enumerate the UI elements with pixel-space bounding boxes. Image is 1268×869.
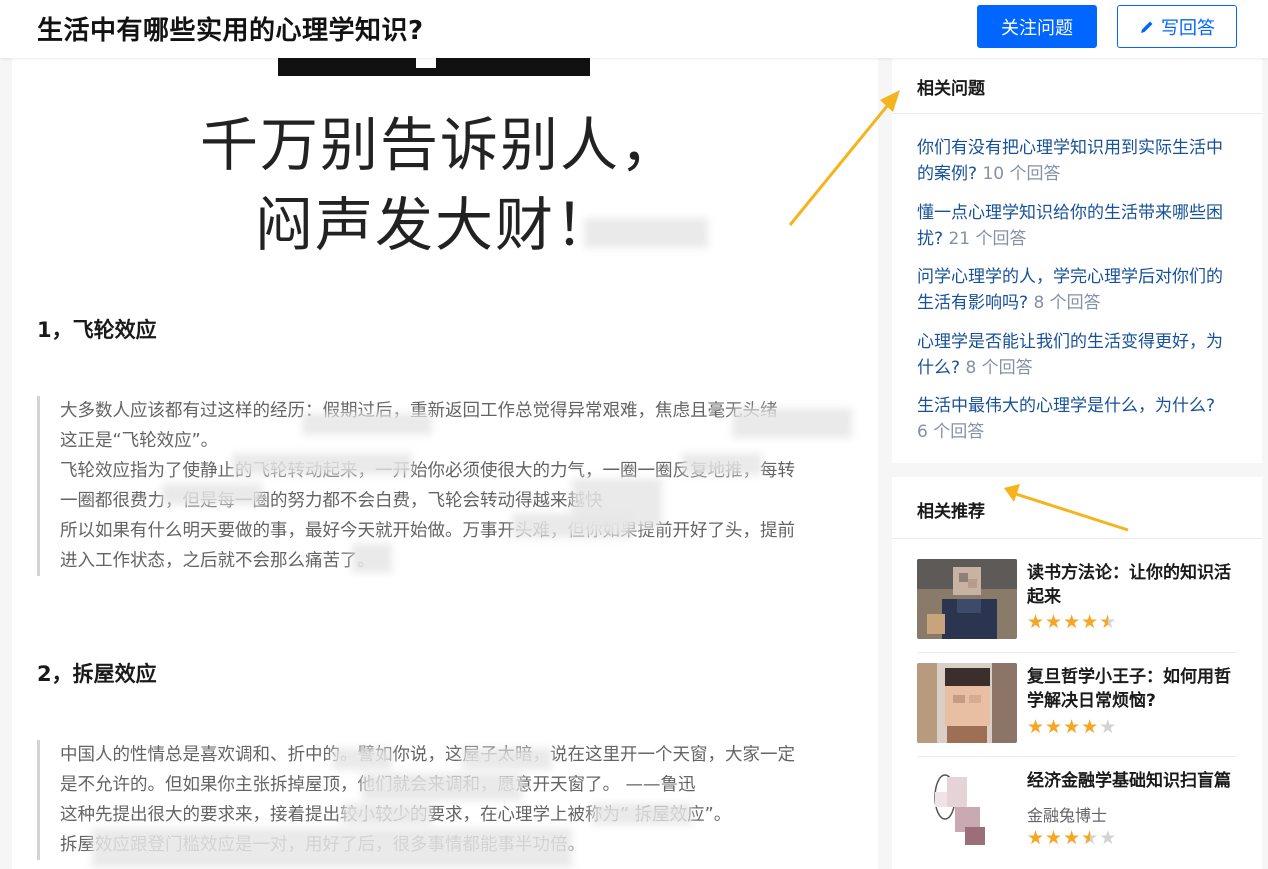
star-icon: ★ — [1027, 611, 1046, 633]
answer-count: 10 个回答 — [982, 164, 1061, 184]
quote-line: 这种先提出很大的要求来，接着提出较小较少的要求，在心理学上被称为“ 拆屋效应”。 — [60, 800, 852, 830]
recommendation-item[interactable]: 经济金融学基础知识扫盲篇 金融兔博士 ★★★★★ — [917, 767, 1237, 849]
course-thumbnail — [917, 559, 1017, 639]
answer-count: 8 个回答 — [965, 358, 1033, 378]
blockquote: 大多数人应该都有过这样的经历：假期过后，重新返回工作总觉得异常艰难，焦虑且毫无头… — [37, 396, 852, 576]
course-author: 金融兔博士 — [1027, 806, 1108, 825]
course-title: 复旦哲学小王子：如何用哲学解决日常烦恼? — [1027, 667, 1231, 711]
star-icon: ★ — [1045, 611, 1064, 633]
star-icon: ★ — [1081, 611, 1100, 633]
answer-count: 8 个回答 — [1033, 293, 1101, 313]
recommendations-card: 相关推荐 读书方法论：让你的知识活起来 ★★★★★ 复旦哲学小王子：如何用哲学解… — [892, 477, 1262, 869]
course-title: 读书方法论：让你的知识活起来 — [1027, 563, 1231, 607]
question-header: 生活中有哪些实用的心理学知识? 关注问题 写回答 — [0, 0, 1268, 58]
follow-question-button[interactable]: 关注问题 — [977, 5, 1097, 48]
related-question-link[interactable]: 心理学是否能让我们的生活变得更好，为 什么? 8 个回答 — [917, 329, 1237, 381]
star-icon: ★ — [1099, 716, 1118, 738]
star-icon: ★ — [1063, 716, 1082, 738]
course-thumbnail — [917, 663, 1017, 743]
section-heading: 1，飞轮效应 — [37, 318, 157, 342]
watermark-blur — [584, 218, 708, 248]
course-title: 经济金融学基础知识扫盲篇 — [1027, 771, 1231, 791]
image-text-line-1: 千万别告诉别人， — [199, 111, 680, 179]
star-icon: ★ — [1027, 716, 1046, 738]
section-heading: 2，拆屋效应 — [37, 662, 157, 686]
rating-stars: ★★★★★ — [1027, 611, 1117, 633]
related-question-link[interactable]: 你们有没有把心理学知识用到实际生活中 的案例? 10 个回答 — [917, 135, 1237, 187]
quote-line: 所以如果有什么明天要做的事，最好今天就开始做。万事开头难，但你如果提前开好了头，… — [60, 521, 795, 541]
star-icon: ★ — [1027, 827, 1046, 849]
star-icon: ★ — [1099, 827, 1118, 849]
write-answer-button[interactable]: 写回答 — [1117, 5, 1237, 48]
rating-stars: ★★★★★ — [1027, 716, 1117, 738]
quote-line: 进入工作状态，之后就不会那么痛苦了。 — [60, 551, 375, 571]
star-icon: ★ — [1063, 611, 1082, 633]
star-icon: ★ — [1063, 827, 1082, 849]
image-text-line-2: 闷声发大财！ — [254, 191, 615, 259]
quote-line: 中国人的性情总是喜欢调和、折中的。譬如你说，这屋子太暗，说在这里开一个天窗，大家… — [60, 745, 795, 765]
related-question-link[interactable]: 生活中最伟大的心理学是什么，为什么? 6 个回答 — [917, 393, 1237, 445]
recommendations-title: 相关推荐 — [917, 502, 985, 522]
pencil-icon — [1141, 21, 1153, 33]
star-icon: ★ — [1045, 716, 1064, 738]
star-icon: ★ — [1099, 611, 1118, 633]
star-icon: ★ — [1081, 716, 1100, 738]
star-icon: ★ — [1081, 827, 1100, 849]
related-question-link[interactable]: 懂一点心理学知识给你的生活带来哪些困 扰? 21 个回答 — [917, 200, 1237, 252]
answer-count: 21 个回答 — [948, 229, 1027, 249]
related-questions-title: 相关问题 — [917, 79, 985, 99]
answer-content: 千万别告诉别人， 闷声发大财！ 1，飞轮效应 大多数人应该都有过这样的经历：假期… — [12, 58, 878, 869]
star-icon: ★ — [1045, 827, 1064, 849]
recommendation-item[interactable]: 读书方法论：让你的知识活起来 ★★★★★ — [917, 559, 1237, 641]
question-title: 生活中有哪些实用的心理学知识? — [37, 16, 424, 46]
related-question-link[interactable]: 问学心理学的人，学完心理学后对你们的 生活有影响吗? 8 个回答 — [917, 264, 1237, 316]
course-thumbnail — [917, 767, 1017, 847]
related-questions-card: 相关问题 你们有没有把心理学知识用到实际生活中 的案例? 10 个回答 懂一点心… — [892, 58, 1262, 463]
write-answer-label: 写回答 — [1161, 17, 1215, 39]
answer-count: 6 个回答 — [917, 422, 985, 442]
recommendation-item[interactable]: 复旦哲学小王子：如何用哲学解决日常烦恼? ★★★★★ — [917, 663, 1237, 745]
rating-stars: ★★★★★ — [1027, 827, 1117, 849]
